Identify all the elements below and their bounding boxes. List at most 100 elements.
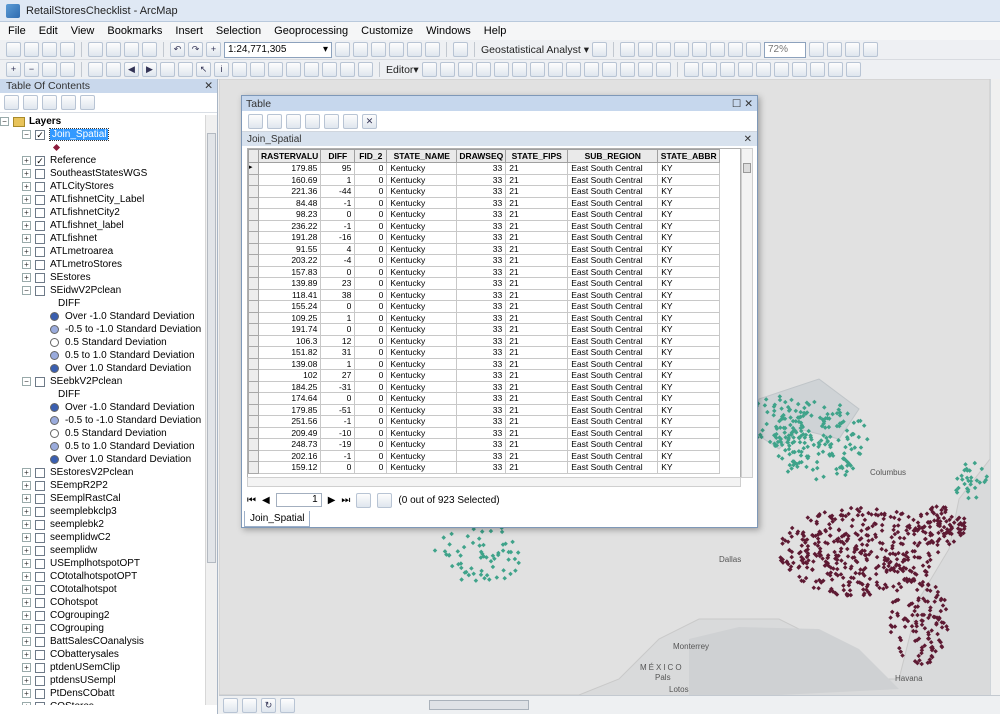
table-cell[interactable]: 33: [456, 311, 507, 324]
expand-icon[interactable]: +: [22, 598, 31, 607]
table-cell[interactable]: East South Central: [567, 277, 659, 290]
toc-item[interactable]: + SEemplRastCal: [0, 492, 205, 505]
toc-item[interactable]: + COgrouping2: [0, 609, 205, 622]
toc-item[interactable]: Over 1.0 Standard Deviation: [0, 362, 205, 375]
row-selector[interactable]: [248, 323, 259, 336]
table-of-contents-icon[interactable]: [353, 42, 368, 57]
table-cell[interactable]: 118.41: [257, 288, 322, 301]
layer-visibility-checkbox[interactable]: [35, 480, 45, 491]
table-cell[interactable]: 221.36: [257, 185, 322, 198]
table-cell[interactable]: 159.12: [257, 461, 322, 474]
table-cell[interactable]: 0: [354, 173, 388, 186]
table-cell[interactable]: 0: [354, 231, 388, 244]
georef-tool-4-icon[interactable]: [737, 62, 753, 77]
toc-item[interactable]: + COStores: [0, 700, 205, 705]
column-header[interactable]: STATE_FIPS: [505, 149, 569, 163]
table-row[interactable]: 160.69 1 0 Kentucky 33 21 East South Central KY: [248, 173, 721, 186]
model-builder-icon[interactable]: [453, 42, 468, 57]
row-selector[interactable]: [248, 277, 259, 290]
layer-visibility-checkbox[interactable]: [35, 376, 45, 387]
table-cell[interactable]: 4: [320, 242, 356, 255]
table-cell[interactable]: 209.49: [257, 426, 322, 439]
toc-item[interactable]: 0.5 Standard Deviation: [0, 427, 205, 440]
toc-item[interactable]: + ptdensUSempl: [0, 674, 205, 687]
toc-item[interactable]: + COgrouping: [0, 622, 205, 635]
toc-item[interactable]: + ATLfishnet_label: [0, 219, 205, 232]
layer-visibility-checkbox[interactable]: [35, 623, 45, 634]
table-cell[interactable]: 179.85: [257, 403, 322, 416]
table-cell[interactable]: 0: [354, 449, 388, 462]
row-selector[interactable]: [248, 438, 259, 451]
table-cell[interactable]: Kentucky: [386, 426, 458, 439]
table-row[interactable]: 202.16 -1 0 Kentucky 33 21 East South Central K…: [248, 449, 721, 462]
table-cell[interactable]: KY: [657, 196, 721, 209]
table-row[interactable]: ▸ 179.85 95 0 Kentucky 33 21 East South Central…: [248, 162, 721, 175]
layer-visibility-checkbox[interactable]: [35, 675, 45, 686]
table-cell[interactable]: East South Central: [567, 392, 659, 405]
table-cell[interactable]: 109.25: [257, 311, 322, 324]
table-cell[interactable]: 33: [456, 208, 507, 221]
column-header[interactable]: SUB_REGION: [567, 149, 659, 163]
expand-icon[interactable]: +: [22, 637, 31, 646]
toc-item[interactable]: DIFF: [0, 388, 205, 401]
table-cell[interactable]: 21: [505, 254, 569, 267]
table-cell[interactable]: 21: [505, 219, 569, 232]
menu-customize[interactable]: Customize: [361, 25, 413, 37]
expand-icon[interactable]: +: [22, 650, 31, 659]
table-row[interactable]: 139.89 23 0 Kentucky 33 21 East South Central K…: [248, 277, 721, 290]
table-cell[interactable]: 21: [505, 461, 569, 474]
collapse-icon[interactable]: −: [0, 117, 9, 126]
table-cell[interactable]: Kentucky: [386, 231, 458, 244]
toc-item[interactable]: + COtotalhotspot: [0, 583, 205, 596]
attributes-icon[interactable]: [619, 62, 635, 77]
table-cell[interactable]: KY: [657, 461, 721, 474]
menu-edit[interactable]: Edit: [39, 25, 58, 37]
toc-item[interactable]: -0.5 to -1.0 Standard Deviation: [0, 414, 205, 427]
expand-icon[interactable]: +: [22, 507, 31, 516]
switch-selection-icon[interactable]: [305, 113, 320, 129]
table-cell[interactable]: 21: [505, 392, 569, 405]
table-cell[interactable]: 0: [354, 265, 388, 278]
table-cell[interactable]: KY: [657, 380, 721, 393]
table-cell[interactable]: 27: [320, 369, 356, 382]
clear-table-selection-icon[interactable]: [324, 113, 339, 129]
table-cell[interactable]: 0: [354, 311, 388, 324]
table-cell[interactable]: -4: [320, 254, 356, 267]
table-cell[interactable]: KY: [657, 242, 721, 255]
list-by-drawing-order-icon[interactable]: [4, 95, 19, 110]
table-row[interactable]: 159.12 0 0 Kentucky 33 21 East South Central KY: [248, 461, 721, 474]
table-cell[interactable]: 23: [320, 277, 356, 290]
show-selected-records-icon[interactable]: [377, 492, 393, 508]
layout-back-icon[interactable]: [727, 42, 743, 57]
table-cell[interactable]: 33: [456, 392, 507, 405]
table-cell[interactable]: 12: [320, 334, 356, 347]
row-selector[interactable]: [248, 311, 259, 324]
row-selector[interactable]: [248, 288, 259, 301]
toc-item[interactable]: Over -1.0 Standard Deviation: [0, 401, 205, 414]
table-cell[interactable]: East South Central: [567, 265, 659, 278]
table-row[interactable]: 221.36 -44 0 Kentucky 33 21 East South Central…: [248, 185, 721, 198]
table-cell[interactable]: KY: [657, 254, 721, 267]
table-cell[interactable]: 33: [456, 357, 507, 370]
table-cell[interactable]: Kentucky: [386, 208, 458, 221]
table-cell[interactable]: Kentucky: [386, 162, 458, 175]
table-cell[interactable]: 33: [456, 415, 507, 428]
table-row[interactable]: 139.08 1 0 Kentucky 33 21 East South Central KY: [248, 357, 721, 370]
table-cell[interactable]: 33: [456, 438, 507, 451]
table-row[interactable]: 155.24 0 0 Kentucky 33 21 East South Central KY: [248, 300, 721, 313]
table-row[interactable]: 157.83 0 0 Kentucky 33 21 East South Central KY: [248, 265, 721, 278]
menu-geoprocessing[interactable]: Geoprocessing: [274, 25, 348, 37]
toc-item[interactable]: − SEidwV2Pclean: [0, 284, 205, 297]
toc-item[interactable]: − Layers: [0, 115, 205, 128]
split-icon[interactable]: [583, 62, 599, 77]
table-cell[interactable]: 251.56: [257, 415, 322, 428]
table-cell[interactable]: East South Central: [567, 254, 659, 267]
table-cell[interactable]: East South Central: [567, 380, 659, 393]
table-cell[interactable]: East South Central: [567, 461, 659, 474]
table-cell[interactable]: 21: [505, 438, 569, 451]
cut-polygons-icon[interactable]: [565, 62, 581, 77]
table-horizontal-scrollbar[interactable]: [247, 477, 741, 487]
zoom-to-selected-icon[interactable]: [343, 113, 358, 129]
table-cell[interactable]: 21: [505, 403, 569, 416]
table-cell[interactable]: 203.22: [257, 254, 322, 267]
